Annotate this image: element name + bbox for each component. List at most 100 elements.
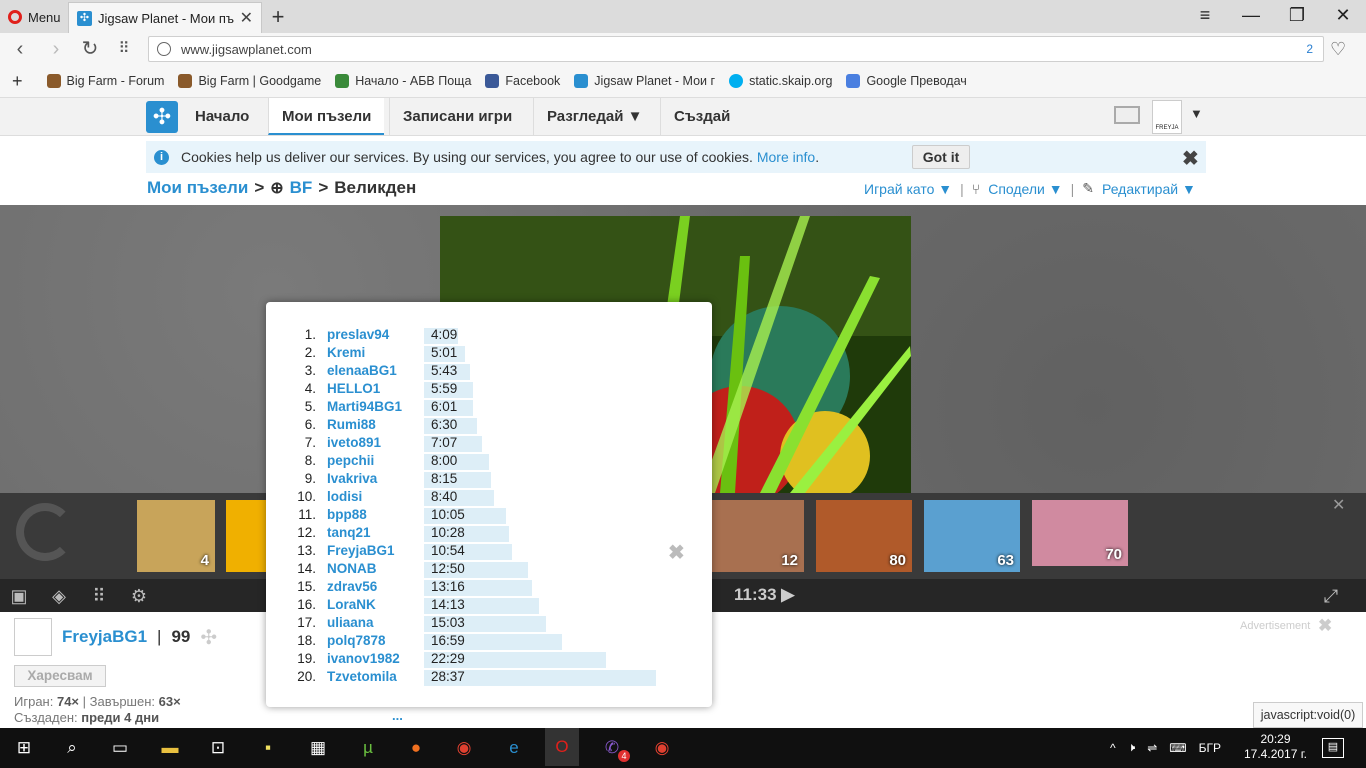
nav-home[interactable]: Начало <box>182 98 262 135</box>
viber-icon[interactable]: ✆ 4 <box>600 736 630 762</box>
jigsaw-logo-icon[interactable]: ✣ <box>146 101 178 133</box>
calculator-icon[interactable]: ▦ <box>306 736 330 760</box>
opera-menu-button[interactable]: Menu <box>8 8 61 26</box>
new-tab-button[interactable]: + <box>268 4 288 30</box>
author-avatar[interactable] <box>14 618 52 656</box>
opera-taskbar-icon[interactable]: O <box>545 728 579 766</box>
tray-expand-icon[interactable]: ^ <box>1110 741 1116 755</box>
player-name-link[interactable]: NONAB <box>327 561 377 576</box>
notification-icon[interactable]: ▤ <box>1322 738 1344 758</box>
grid-icon[interactable]: ⠿ <box>88 585 110 607</box>
url-field[interactable]: www.jigsawplanet.com 2 <box>148 36 1324 62</box>
close-window-button[interactable]: ✕ <box>1328 4 1358 28</box>
player-name-link[interactable]: Rumi88 <box>327 417 376 432</box>
puzzle-thumbnail[interactable]: 12 <box>712 500 804 572</box>
settings-gear-icon[interactable]: ⚙ <box>128 585 150 607</box>
close-icon[interactable]: ✖ <box>1182 146 1199 171</box>
bookmark-item[interactable]: Big Farm | Goodgame <box>178 74 321 88</box>
file-explorer-icon[interactable]: ▬ <box>158 736 182 760</box>
language-indicator[interactable]: БГР <box>1199 741 1221 755</box>
player-name-link[interactable]: uliaana <box>327 615 374 630</box>
puzzle-thumbnail[interactable]: 63 <box>924 500 1020 572</box>
volume-icon[interactable]: 🕨 <box>1128 740 1136 755</box>
forward-button[interactable]: › <box>44 37 68 61</box>
player-name-link[interactable]: elenaaBG1 <box>327 363 397 378</box>
utorrent-icon[interactable]: µ <box>356 736 380 760</box>
player-name-link[interactable]: preslav94 <box>327 327 389 342</box>
puzzle-thumbnail[interactable]: 4 <box>137 500 215 572</box>
reload-button[interactable]: ↻ <box>78 37 102 61</box>
author-name[interactable]: FreyjaBG1 <box>62 627 147 647</box>
more-info-link[interactable]: More info <box>757 149 815 165</box>
player-name-link[interactable]: pepchii <box>327 453 374 468</box>
puzzle-thumbnail[interactable] <box>226 500 266 572</box>
ghost-image-icon[interactable]: ◈ <box>48 585 70 607</box>
sticky-notes-icon[interactable]: ▪ <box>256 736 280 760</box>
close-strip-icon[interactable]: ✕ <box>1332 495 1345 515</box>
bookmark-item[interactable]: Jigsaw Planet - Мои г <box>574 74 715 88</box>
breadcrumb-folder[interactable]: BF <box>290 178 313 198</box>
chrome-icon[interactable]: ◉ <box>452 736 476 760</box>
player-name-link[interactable]: ivanov1982 <box>327 651 400 666</box>
back-button[interactable]: ‹ <box>8 37 32 61</box>
close-popup-icon[interactable]: ✖ <box>668 540 685 565</box>
task-view-icon[interactable]: ▭ <box>108 736 132 760</box>
minimize-button[interactable]: — <box>1236 4 1266 28</box>
player-name-link[interactable]: lodisi <box>327 489 362 504</box>
bookmark-item[interactable]: Google Преводач <box>846 74 967 88</box>
player-name-link[interactable]: bpp88 <box>327 507 367 522</box>
clock[interactable]: 20:29 17.4.2017 г. <box>1244 732 1307 762</box>
more-link[interactable]: ... <box>392 708 403 723</box>
tab-menu-icon[interactable]: ≡ <box>1190 4 1220 28</box>
player-name-link[interactable]: zdrav56 <box>327 579 377 594</box>
player-name-link[interactable]: HELLO1 <box>327 381 380 396</box>
heart-icon[interactable]: ♡ <box>1330 39 1346 60</box>
add-bookmark-icon[interactable]: + <box>12 71 23 92</box>
user-menu-caret-icon[interactable]: ▼ <box>1190 106 1203 121</box>
player-name-link[interactable]: tanq21 <box>327 525 371 540</box>
close-ad-icon[interactable]: ✖ <box>1318 616 1332 636</box>
player-name-link[interactable]: LoraNK <box>327 597 376 612</box>
share-menu[interactable]: Сподели ▼ <box>988 181 1062 197</box>
chrome-alt-icon[interactable]: ◉ <box>650 736 674 760</box>
puzzle-thumbnail[interactable]: 80 <box>816 500 912 572</box>
player-name-link[interactable]: Ivakriva <box>327 471 377 486</box>
got-it-button[interactable]: Got it <box>912 145 970 169</box>
search-icon[interactable]: ⌕ <box>60 736 84 760</box>
puzzle-thumbnail[interactable]: 70 <box>1032 500 1128 566</box>
mail-icon[interactable] <box>1114 106 1140 124</box>
bookmark-item[interactable]: Big Farm - Forum <box>46 74 164 88</box>
refresh-icon[interactable] <box>16 503 74 561</box>
keyboard-icon[interactable]: ⌨ <box>1169 741 1186 755</box>
player-name-link[interactable]: Kremi <box>327 345 365 360</box>
player-name-link[interactable]: Marti94BG1 <box>327 399 402 414</box>
edge-icon[interactable]: e <box>502 736 526 760</box>
player-name-link[interactable]: polq7878 <box>327 633 386 648</box>
store-icon[interactable]: ⊡ <box>206 736 230 760</box>
breadcrumb-root[interactable]: Мои пъзели <box>147 178 248 198</box>
nav-create[interactable]: Създай <box>660 98 743 135</box>
bookmark-item[interactable]: Начало - АБВ Поща <box>335 74 471 88</box>
fullscreen-icon[interactable]: ⤢ <box>1320 585 1342 607</box>
close-tab-icon[interactable]: ✕ <box>240 8 253 28</box>
player-name-link[interactable]: iveto891 <box>327 435 381 450</box>
player-name-link[interactable]: FreyjaBG1 <box>327 543 395 558</box>
like-button[interactable]: Харесвам <box>14 665 106 687</box>
network-icon[interactable]: ⇌ <box>1147 741 1157 755</box>
adblock-badge[interactable]: 2 <box>1306 42 1313 56</box>
nav-my-puzzles[interactable]: Мои пъзели <box>268 98 385 135</box>
edit-menu[interactable]: Редактирай ▼ <box>1102 181 1196 197</box>
user-avatar[interactable]: FREYJA <box>1152 100 1182 134</box>
play-icon[interactable]: ▶ <box>781 585 794 604</box>
browser-tab[interactable]: ✣ Jigsaw Planet - Мои пъзел ✕ <box>68 2 262 33</box>
nav-browse[interactable]: Разгледай ▼ <box>533 98 655 135</box>
speed-dial-icon[interactable]: ⠿ <box>112 37 136 61</box>
windows-start-icon[interactable]: ⊞ <box>12 736 36 760</box>
bookmark-item[interactable]: static.skaip.org <box>729 74 832 88</box>
firefox-icon[interactable]: ● <box>404 736 428 760</box>
image-preview-icon[interactable]: ▣ <box>8 585 30 607</box>
player-name-link[interactable]: Tzvetomila <box>327 669 397 684</box>
bookmark-item[interactable]: Facebook <box>485 74 560 88</box>
restore-button[interactable]: ❐ <box>1282 4 1312 28</box>
play-as-menu[interactable]: Играй като ▼ <box>864 181 952 197</box>
